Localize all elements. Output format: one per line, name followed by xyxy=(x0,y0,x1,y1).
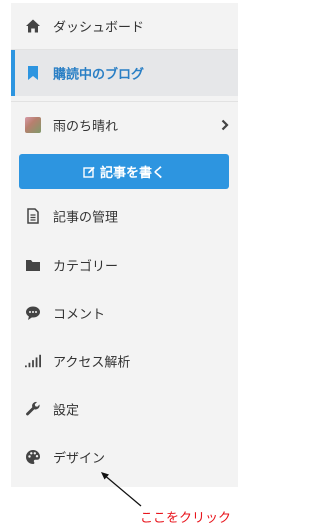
sidebar-item-dashboard[interactable]: ダッシュボード xyxy=(11,3,238,49)
sidebar-item-label: アクセス解析 xyxy=(53,355,131,371)
sidebar: ダッシュボード 購読中のブログ 雨のち晴れ 記事を書く 記事の管理 カテゴリー … xyxy=(11,3,238,487)
folder-icon xyxy=(25,257,41,273)
signal-bars-icon xyxy=(25,353,41,369)
comment-icon xyxy=(25,305,41,321)
bookmark-icon xyxy=(25,65,41,81)
sidebar-item-subscribed-blogs[interactable]: 購読中のブログ xyxy=(11,50,238,96)
sidebar-item-label: 設定 xyxy=(53,403,80,419)
sidebar-item-label: 記事の管理 xyxy=(53,210,119,226)
sidebar-item-label: 購読中のブログ xyxy=(53,67,145,83)
sidebar-item-access-analytics[interactable]: アクセス解析 xyxy=(11,338,238,384)
sidebar-item-blog-switcher[interactable]: 雨のち晴れ xyxy=(11,102,238,148)
annotation-label: ここをクリック xyxy=(140,511,232,526)
blog-avatar xyxy=(25,117,41,133)
sidebar-item-label: コメント xyxy=(53,307,106,323)
chevron-right-icon xyxy=(220,119,230,131)
sidebar-item-label: ダッシュボード xyxy=(53,20,145,36)
wrench-icon xyxy=(25,401,41,417)
palette-icon xyxy=(25,449,41,465)
sidebar-item-label: デザイン xyxy=(53,451,106,467)
write-article-button[interactable]: 記事を書く xyxy=(19,154,229,189)
sidebar-item-categories[interactable]: カテゴリー xyxy=(11,242,238,288)
sidebar-item-settings[interactable]: 設定 xyxy=(11,386,238,432)
annotation-arrow xyxy=(101,472,142,507)
blog-name: 雨のち晴れ xyxy=(53,119,119,135)
sidebar-item-comments[interactable]: コメント xyxy=(11,290,238,336)
write-article-label: 記事を書く xyxy=(99,166,165,181)
sidebar-item-manage-articles[interactable]: 記事の管理 xyxy=(11,193,238,239)
sidebar-item-label: カテゴリー xyxy=(53,259,119,275)
active-indicator xyxy=(11,50,15,96)
document-icon xyxy=(25,208,41,224)
edit-icon xyxy=(83,166,95,178)
home-icon xyxy=(25,18,41,34)
